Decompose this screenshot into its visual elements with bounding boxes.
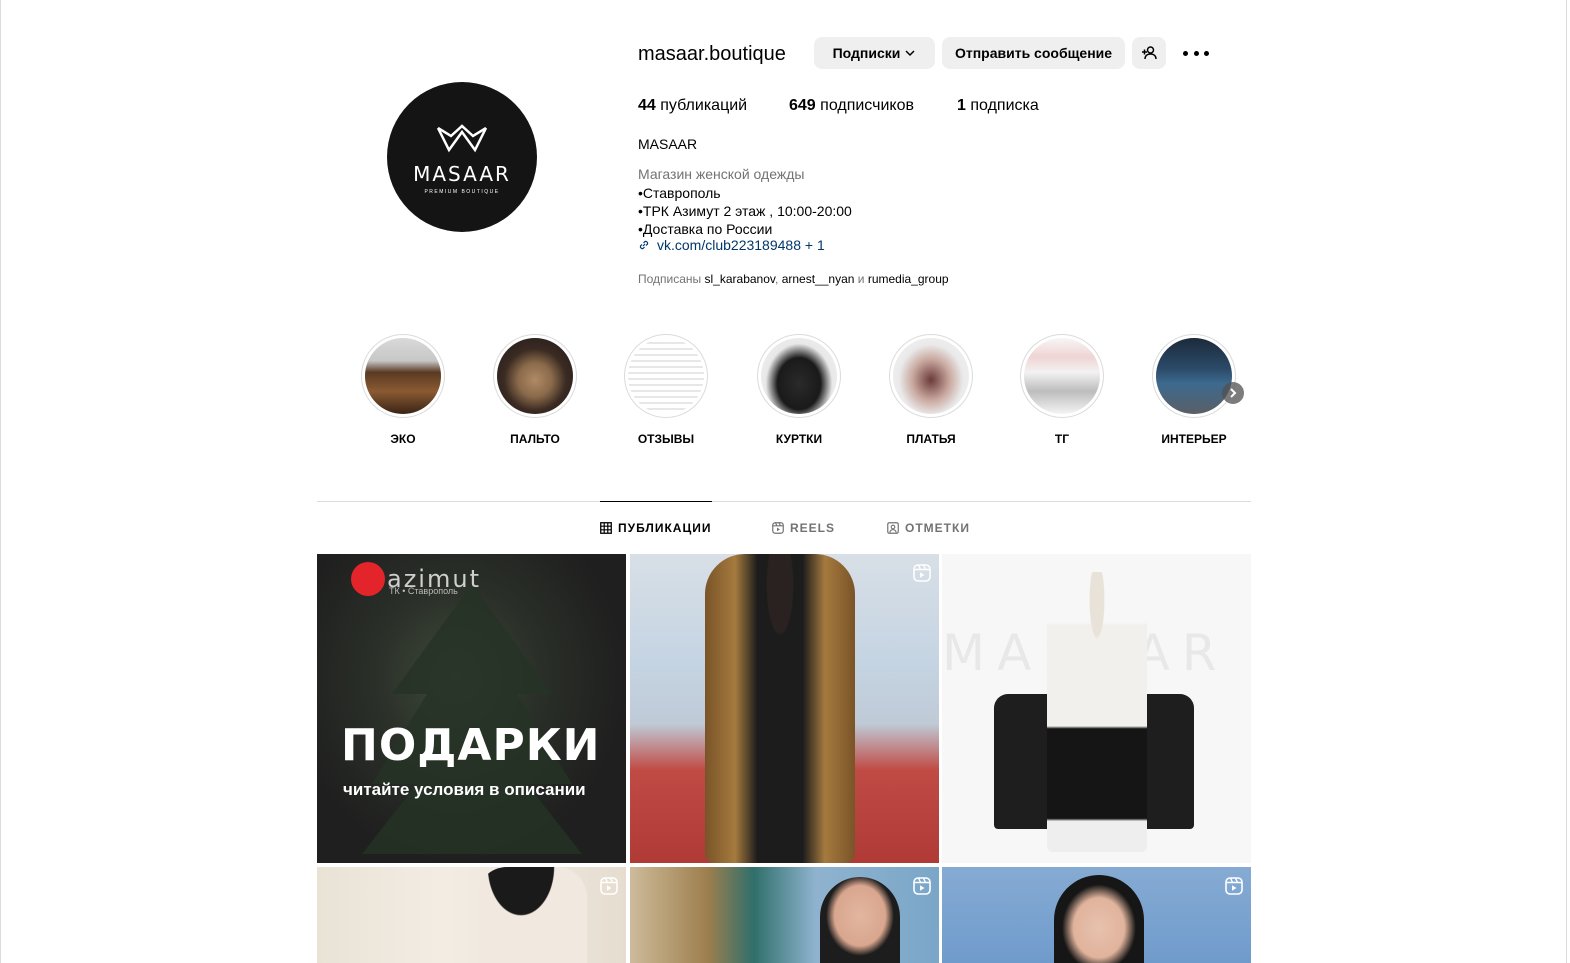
highlight-tg[interactable]: ТГ <box>1012 334 1112 446</box>
highlight-cover <box>1156 338 1232 414</box>
highlight-label: ЭКО <box>390 432 416 446</box>
highlights-next-arrow-icon[interactable] <box>1222 382 1244 404</box>
followers-label: подписчиков <box>820 97 914 114</box>
highlight-cover <box>1024 338 1100 414</box>
active-tab-indicator <box>600 501 712 502</box>
highlight-label: ПЛАТЬЯ <box>906 432 956 446</box>
posts-count: 44 <box>638 97 656 114</box>
post-subheadline: читайте условия в описании <box>343 780 586 799</box>
avatar-brand-name: MASAAR <box>413 161 511 186</box>
link-icon <box>639 240 649 250</box>
highlight-label: ИНТЕРЬЕР <box>1161 432 1227 446</box>
person-figure <box>1054 875 1144 963</box>
post-tile[interactable] <box>630 554 939 863</box>
highlight-cover <box>761 338 837 414</box>
send-message-label: Отправить сообщение <box>954 45 1113 61</box>
posts-label: публикаций <box>660 97 748 114</box>
window-border-right <box>1566 0 1567 963</box>
post-tile[interactable] <box>942 867 1251 963</box>
followed-by-separator: , <box>775 272 779 286</box>
reels-icon <box>913 877 931 895</box>
profile-stats: 44 публикаций 649 подписчиков 1 подписка <box>638 97 1039 115</box>
profile-bio: •Ставрополь •ТРК Азимут 2 этаж , 10:00-2… <box>638 184 852 238</box>
person-figure <box>820 877 900 963</box>
highlight-label: ТГ <box>1054 432 1070 446</box>
highlight-jackets[interactable]: КУРТКИ <box>749 334 849 446</box>
highlight-reviews[interactable]: ОТЗЫВЫ <box>616 334 716 446</box>
crown-logo-icon <box>436 123 488 152</box>
tab-tagged-label: ОТМЕТКИ <box>905 521 970 535</box>
following-stat[interactable]: 1 подписка <box>957 97 1039 115</box>
window-border-left <box>0 0 1 963</box>
tagged-icon <box>887 522 899 534</box>
post-tile[interactable]: azimut ТК • Ставрополь ПОДАРКИ читайте у… <box>317 554 626 863</box>
reels-icon <box>600 877 618 895</box>
send-message-button[interactable]: Отправить сообщение <box>942 37 1125 69</box>
followed-by-prefix: Подписаны <box>638 272 702 286</box>
posts-count-stat: 44 публикаций <box>638 97 747 115</box>
azimut-logo-icon <box>351 562 385 596</box>
profile-username: masaar.boutique <box>638 43 786 65</box>
post-tile[interactable] <box>317 867 626 963</box>
grid-icon <box>600 522 612 534</box>
highlight-label: ОТЗЫВЫ <box>637 432 695 446</box>
highlight-cover <box>628 338 704 414</box>
highlight-dresses[interactable]: ПЛАТЬЯ <box>881 334 981 446</box>
followers-stat[interactable]: 649 подписчиков <box>789 97 914 115</box>
profile-category: Магазин женской одежды <box>638 166 805 182</box>
highlight-coat[interactable]: ПАЛЬТО <box>485 334 585 446</box>
avatar-tagline: PREMIUM BOUTIQUE <box>424 188 500 195</box>
followed-by-account[interactable]: rumedia_group <box>868 272 949 286</box>
reels-icon <box>913 564 931 582</box>
bio-line: •Доставка по России <box>638 221 773 237</box>
tab-reels-label: REELS <box>790 521 836 535</box>
followed-by-account[interactable]: sl_karabanov <box>705 272 776 286</box>
followed-by[interactable]: Подписаны sl_karabanov, arnest__nyan и r… <box>638 272 949 286</box>
reels-icon <box>1225 877 1243 895</box>
reels-icon <box>772 522 784 534</box>
person-figure <box>477 867 587 963</box>
azimut-brand-sub: ТК • Ставрополь <box>389 586 458 596</box>
followers-count: 649 <box>789 97 816 114</box>
profile-full-name: MASAAR <box>638 136 698 152</box>
bio-line: •Ставрополь <box>638 185 721 201</box>
profile-link-text: vk.com/club223189488 + 1 <box>657 237 825 253</box>
more-options-icon[interactable] <box>1183 44 1209 62</box>
tab-reels[interactable]: REELS <box>772 521 835 535</box>
tab-tagged[interactable]: ОТМЕТКИ <box>887 521 970 535</box>
following-label: подписка <box>970 97 1039 114</box>
followed-by-and: и <box>857 272 865 286</box>
post-headline: ПОДАРКИ <box>341 720 601 771</box>
highlight-label: ПАЛЬТО <box>510 432 560 446</box>
tab-posts[interactable]: ПУБЛИКАЦИИ <box>600 521 711 535</box>
bio-line: •ТРК Азимут 2 этаж , 10:00-20:00 <box>638 203 852 219</box>
christmas-tree-image <box>362 584 582 854</box>
person-figure <box>1047 572 1147 852</box>
highlight-cover <box>365 338 441 414</box>
highlight-cover <box>893 338 969 414</box>
profile-avatar[interactable]: MASAAR PREMIUM BOUTIQUE <box>387 82 537 232</box>
add-user-icon <box>1142 46 1157 60</box>
chevron-down-icon <box>905 50 915 57</box>
post-tile[interactable] <box>630 867 939 963</box>
followed-by-account[interactable]: arnest__nyan <box>782 272 855 286</box>
following-button-label: Подписки <box>832 45 901 61</box>
post-tile[interactable]: MASAAR <box>942 554 1251 863</box>
following-count: 1 <box>957 97 966 114</box>
highlight-eco[interactable]: ЭКО <box>353 334 453 446</box>
person-figure <box>705 554 855 863</box>
highlight-label: КУРТКИ <box>775 432 823 446</box>
highlight-cover <box>497 338 573 414</box>
tab-posts-label: ПУБЛИКАЦИИ <box>618 521 712 535</box>
tabs-divider <box>317 501 1251 502</box>
suggest-users-button[interactable] <box>1132 37 1166 69</box>
following-button[interactable]: Подписки <box>814 37 935 69</box>
profile-link[interactable]: vk.com/club223189488 + 1 <box>638 237 825 253</box>
